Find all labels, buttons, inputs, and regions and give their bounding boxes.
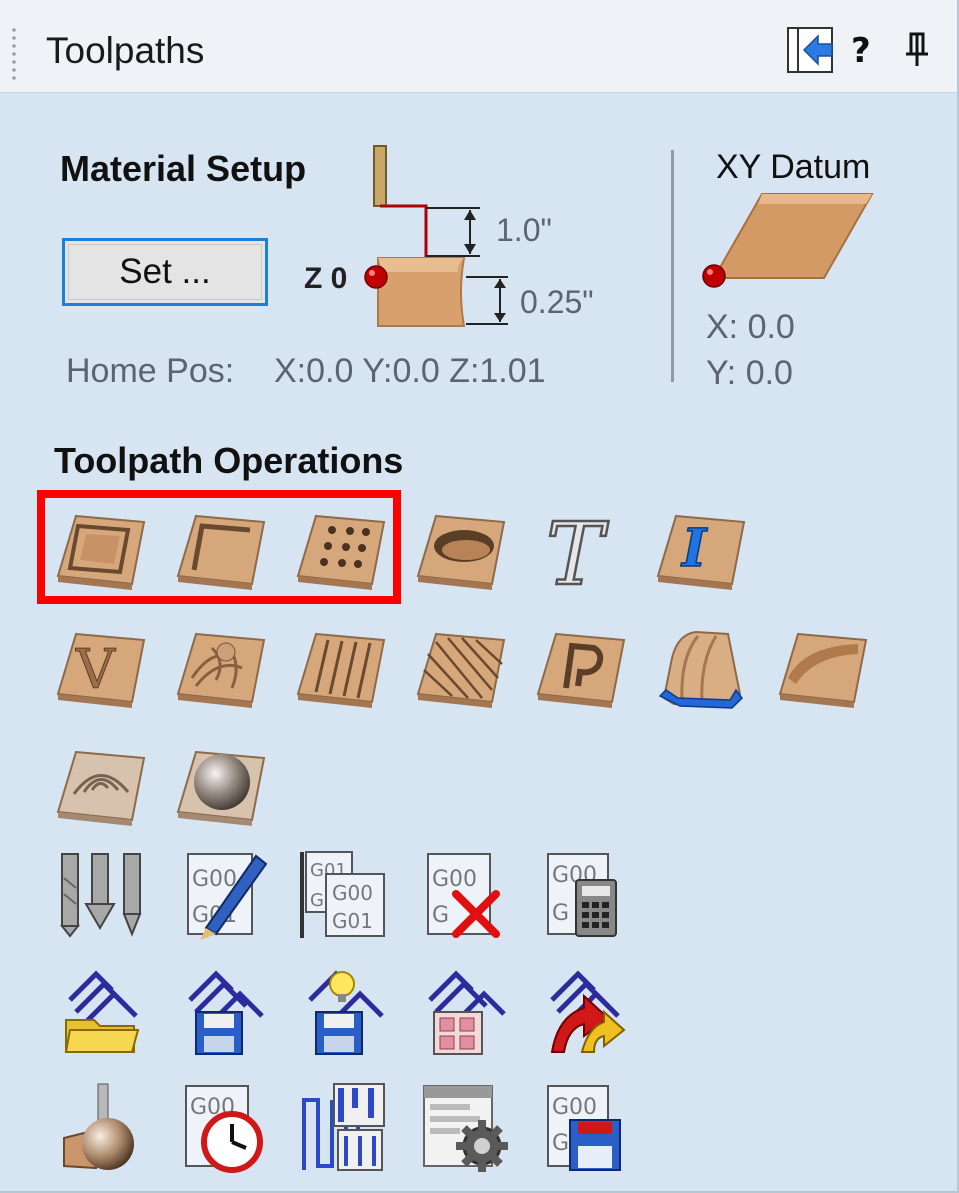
3d-finish-icon[interactable] (52, 736, 148, 832)
moulding-toolpath-icon[interactable] (652, 618, 748, 714)
xy-datum-heading: XY Datum (716, 148, 871, 186)
svg-text:?: ? (851, 31, 871, 71)
svg-text:G00: G00 (332, 881, 373, 905)
tool-database-icon[interactable] (52, 848, 148, 944)
inlay-toolpath-icon[interactable]: I (652, 500, 748, 596)
toolpath-grid-icon[interactable] (416, 966, 512, 1062)
datum-y-value: Y: 0.0 (706, 354, 793, 392)
nesting-icon[interactable] (298, 1080, 394, 1176)
fluting-toolpath-icon[interactable] (292, 618, 388, 714)
preview-toolpath-icon[interactable] (56, 1080, 152, 1176)
svg-text:G00: G00 (432, 867, 477, 892)
material-setup-heading: Material Setup (60, 148, 307, 189)
drag-grip[interactable] (10, 26, 18, 84)
pin-icon[interactable] (900, 22, 936, 76)
svg-text:G: G (310, 890, 324, 911)
svg-text:V: V (75, 638, 116, 701)
home-pos-label: Home Pos: (66, 352, 235, 390)
svg-text:G00: G00 (192, 867, 237, 892)
3d-roughing-icon[interactable] (172, 618, 268, 714)
toolpath-settings-icon[interactable] (418, 1080, 514, 1176)
save-gcode-icon[interactable]: G00 G (540, 1080, 636, 1176)
3d-rough-sphere-icon[interactable] (172, 736, 268, 832)
prism-carving-icon[interactable] (532, 618, 628, 714)
texture-toolpath-icon[interactable] (412, 618, 508, 714)
template-tips-icon[interactable] (296, 966, 392, 1062)
set-button-label: Set ... (119, 252, 211, 291)
z-zero-label: Z 0 (304, 262, 348, 295)
section-divider (671, 150, 674, 382)
svg-text:G: G (552, 1131, 569, 1156)
save-template-icon[interactable] (176, 966, 272, 1062)
svg-text:G: G (552, 901, 569, 926)
open-template-icon[interactable] (56, 966, 152, 1062)
merge-templates-icon[interactable] (538, 966, 634, 1062)
panel-title: Toolpaths (46, 30, 205, 71)
svg-text:G00: G00 (552, 1095, 597, 1120)
svg-text:I: I (680, 518, 708, 579)
panel-toggle-icon[interactable] (784, 22, 840, 76)
svg-text:G01: G01 (332, 909, 373, 933)
home-pos-value: X:0.0 Y:0.0 Z:1.01 (274, 352, 546, 390)
vcarve-toolpath-icon[interactable]: V (52, 618, 148, 714)
delete-gcode-icon[interactable]: G00 G (418, 848, 514, 944)
svg-text:T: T (546, 505, 609, 596)
xy-datum-diagram[interactable] (696, 190, 886, 290)
chamfer-toolpath-icon[interactable] (774, 618, 870, 714)
merge-toolpaths-icon[interactable]: G01 G G00 G01 (296, 848, 392, 944)
svg-text:G: G (432, 903, 449, 928)
toolpath-calculator-icon[interactable]: G00 G (540, 848, 636, 944)
quick-engrave-icon[interactable] (412, 500, 508, 596)
help-icon[interactable]: ? (848, 22, 876, 76)
fluting-text-icon[interactable]: T (538, 500, 634, 596)
material-thickness-value: 0.25" (520, 284, 594, 320)
toolpaths-panel: Toolpaths ? Material Setup Set ... Z 0 1… (0, 0, 959, 1193)
datum-x-value: X: 0.0 (706, 308, 795, 346)
edit-gcode-icon[interactable]: G00G01 (178, 848, 274, 944)
toolpath-operations-heading: Toolpath Operations (54, 440, 404, 481)
panel-titlebar: Toolpaths ? (0, 0, 957, 93)
time-estimate-icon[interactable]: G00 (178, 1080, 274, 1176)
safe-z-value: 1.0" (496, 212, 552, 248)
highlight-box (37, 490, 401, 604)
set-material-button[interactable]: Set ... (62, 238, 268, 306)
